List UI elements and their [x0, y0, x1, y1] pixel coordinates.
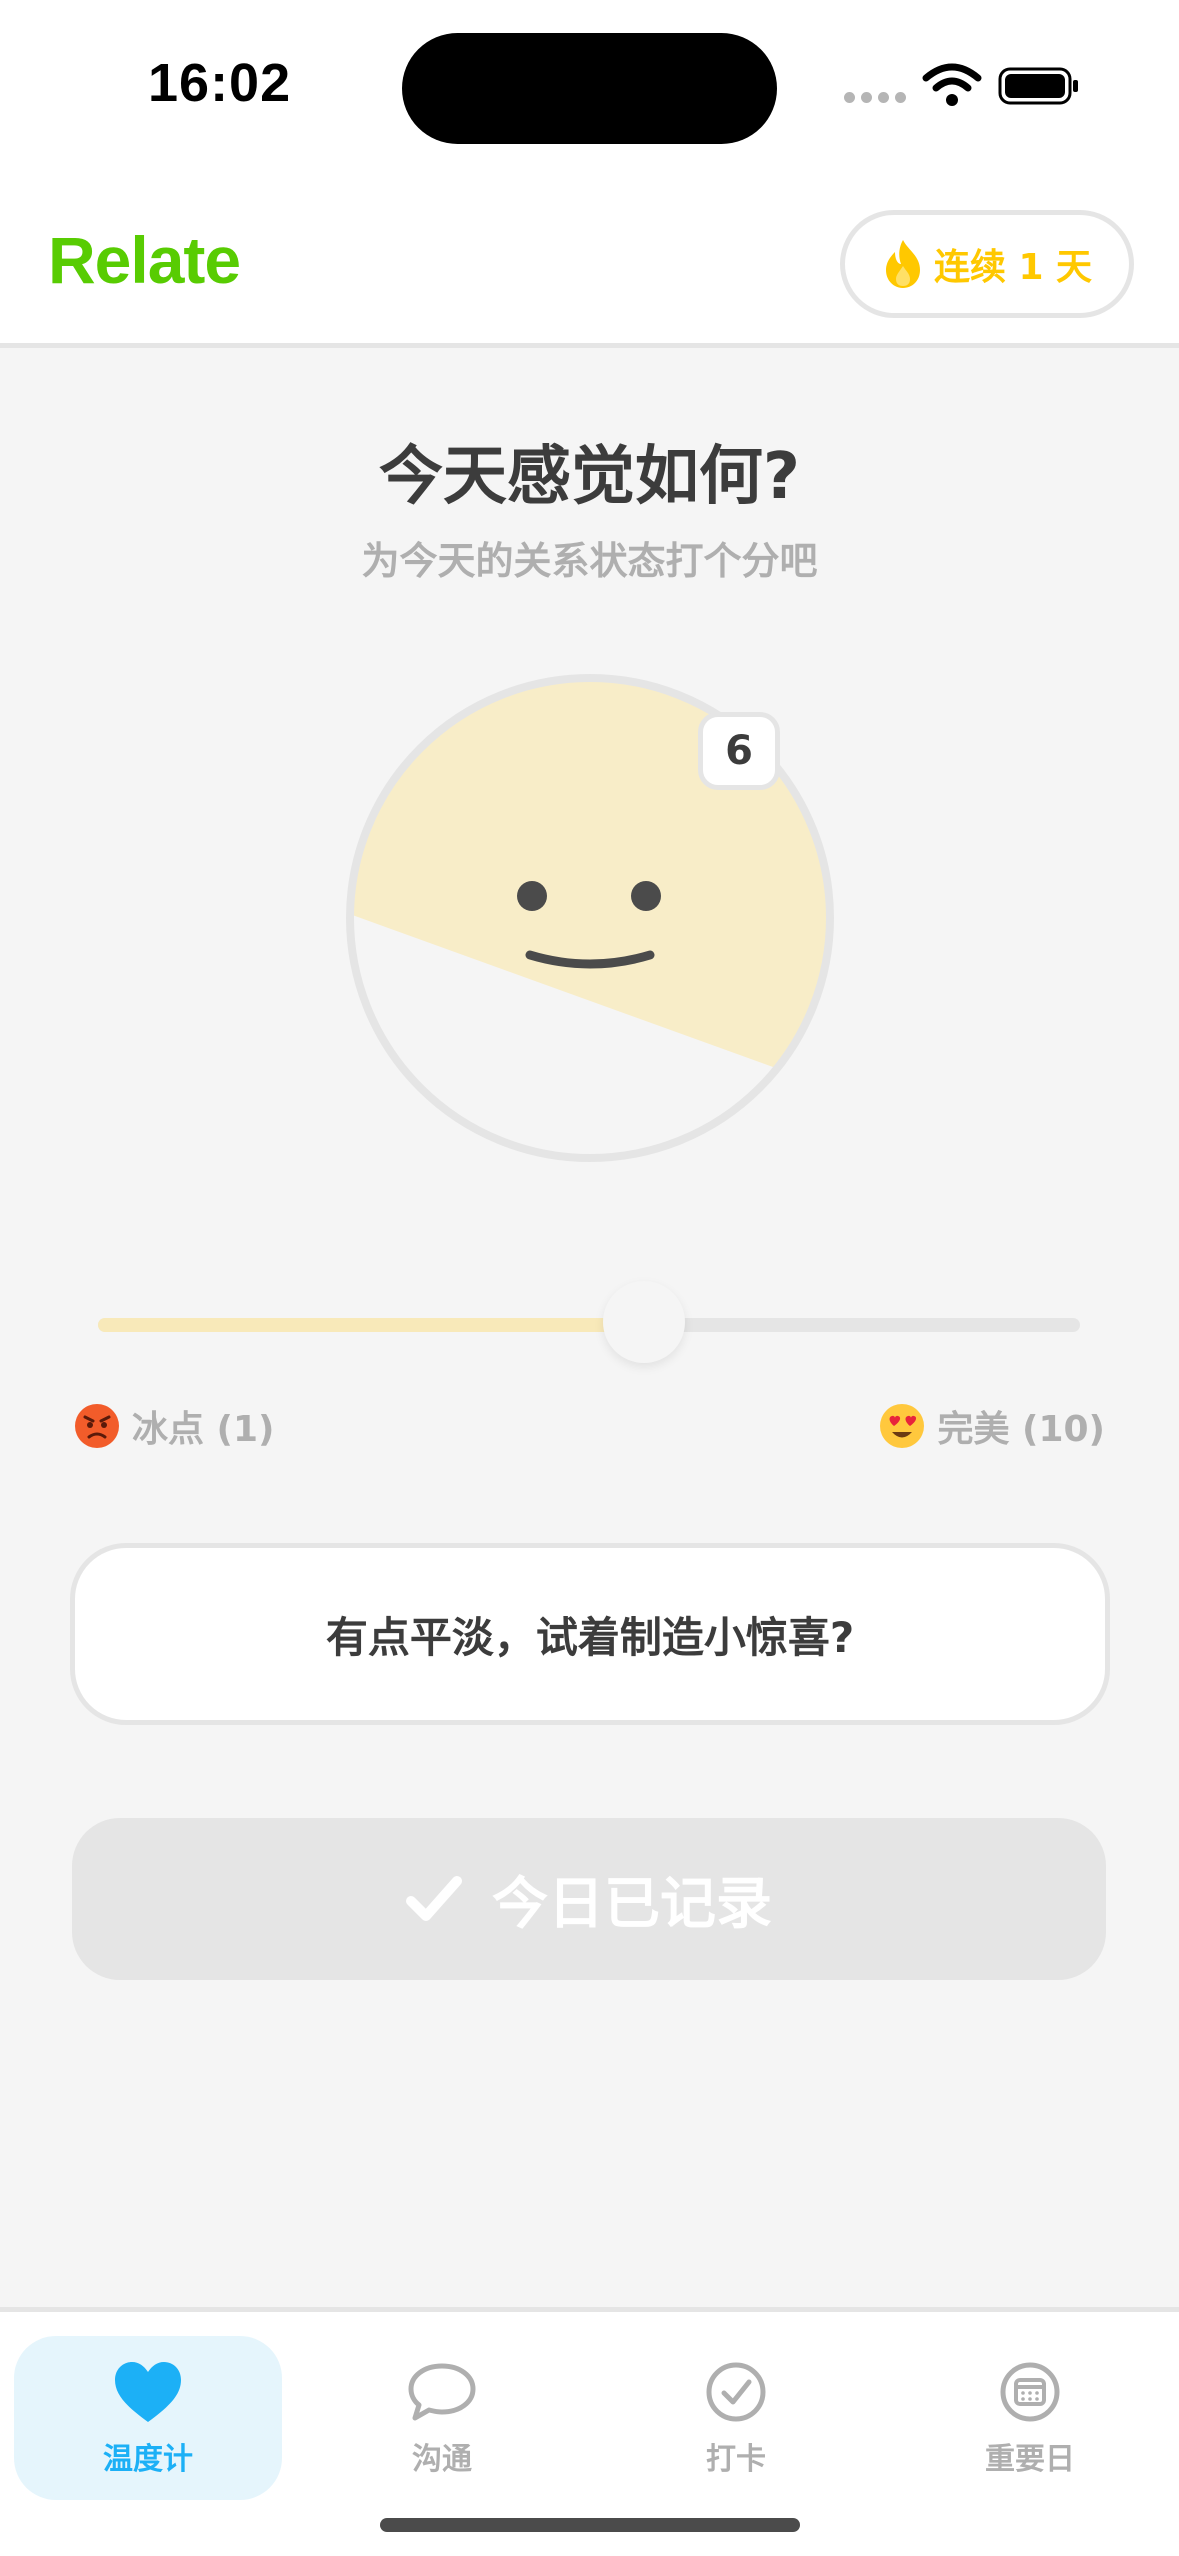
home-indicator[interactable] [380, 2518, 800, 2532]
tab-thermometer[interactable]: 温度计 [14, 2336, 282, 2500]
check-circle-icon [706, 2362, 766, 2422]
heart-eyes-face-icon [880, 1404, 925, 1448]
max-label: 完美 (10) [879, 1400, 1105, 1452]
heart-icon [115, 2362, 181, 2422]
tab-label: 重要日 [985, 2442, 1075, 2477]
streak-label: 连续 1 天 [933, 247, 1093, 288]
min-label: 冰点 (1) [74, 1400, 275, 1452]
page-title: 今天感觉如何? [378, 440, 801, 514]
tab-label: 沟通 [412, 2442, 472, 2477]
mood-slider-thumb[interactable] [602, 1281, 685, 1363]
page-subtitle: 为今天的关系状态打个分吧 [361, 539, 818, 583]
app-logo: Relate [48, 223, 241, 297]
tab-checkin[interactable]: 打卡 [602, 2336, 870, 2500]
flame-icon [885, 240, 920, 288]
mood-slider-track[interactable] [98, 1318, 1080, 1332]
streak-badge[interactable]: 连续 1 天 [840, 210, 1134, 318]
checkmark-icon [406, 1876, 462, 1921]
tab-label: 温度计 [103, 2442, 193, 2477]
dynamic-island [402, 33, 777, 144]
mood-hint-card: 有点平淡，试着制造小惊喜? [70, 1543, 1110, 1725]
score-badge: 6 [698, 712, 780, 790]
max-label-text: 完美 (10) [937, 1409, 1105, 1450]
tab-important-days[interactable]: 重要日 [896, 2336, 1164, 2500]
recorded-button-label: 今日已记录 [492, 1871, 772, 1937]
top-bar: 16:02 Relate 连续 1 天 [0, 0, 1179, 348]
min-label-text: 冰点 (1) [132, 1409, 275, 1450]
cellular-signal-icon [844, 92, 906, 103]
angry-face-icon [75, 1404, 119, 1448]
calendar-icon [1000, 2362, 1060, 2422]
chat-bubble-icon [408, 2363, 476, 2421]
battery-icon [998, 67, 1078, 105]
tab-communication[interactable]: 沟通 [308, 2336, 576, 2500]
tab-label: 打卡 [706, 2442, 766, 2477]
recorded-today-button[interactable]: 今日已记录 [72, 1818, 1106, 1980]
wifi-icon [922, 63, 982, 106]
mood-slider-fill [98, 1318, 644, 1332]
status-time: 16:02 [148, 53, 292, 113]
